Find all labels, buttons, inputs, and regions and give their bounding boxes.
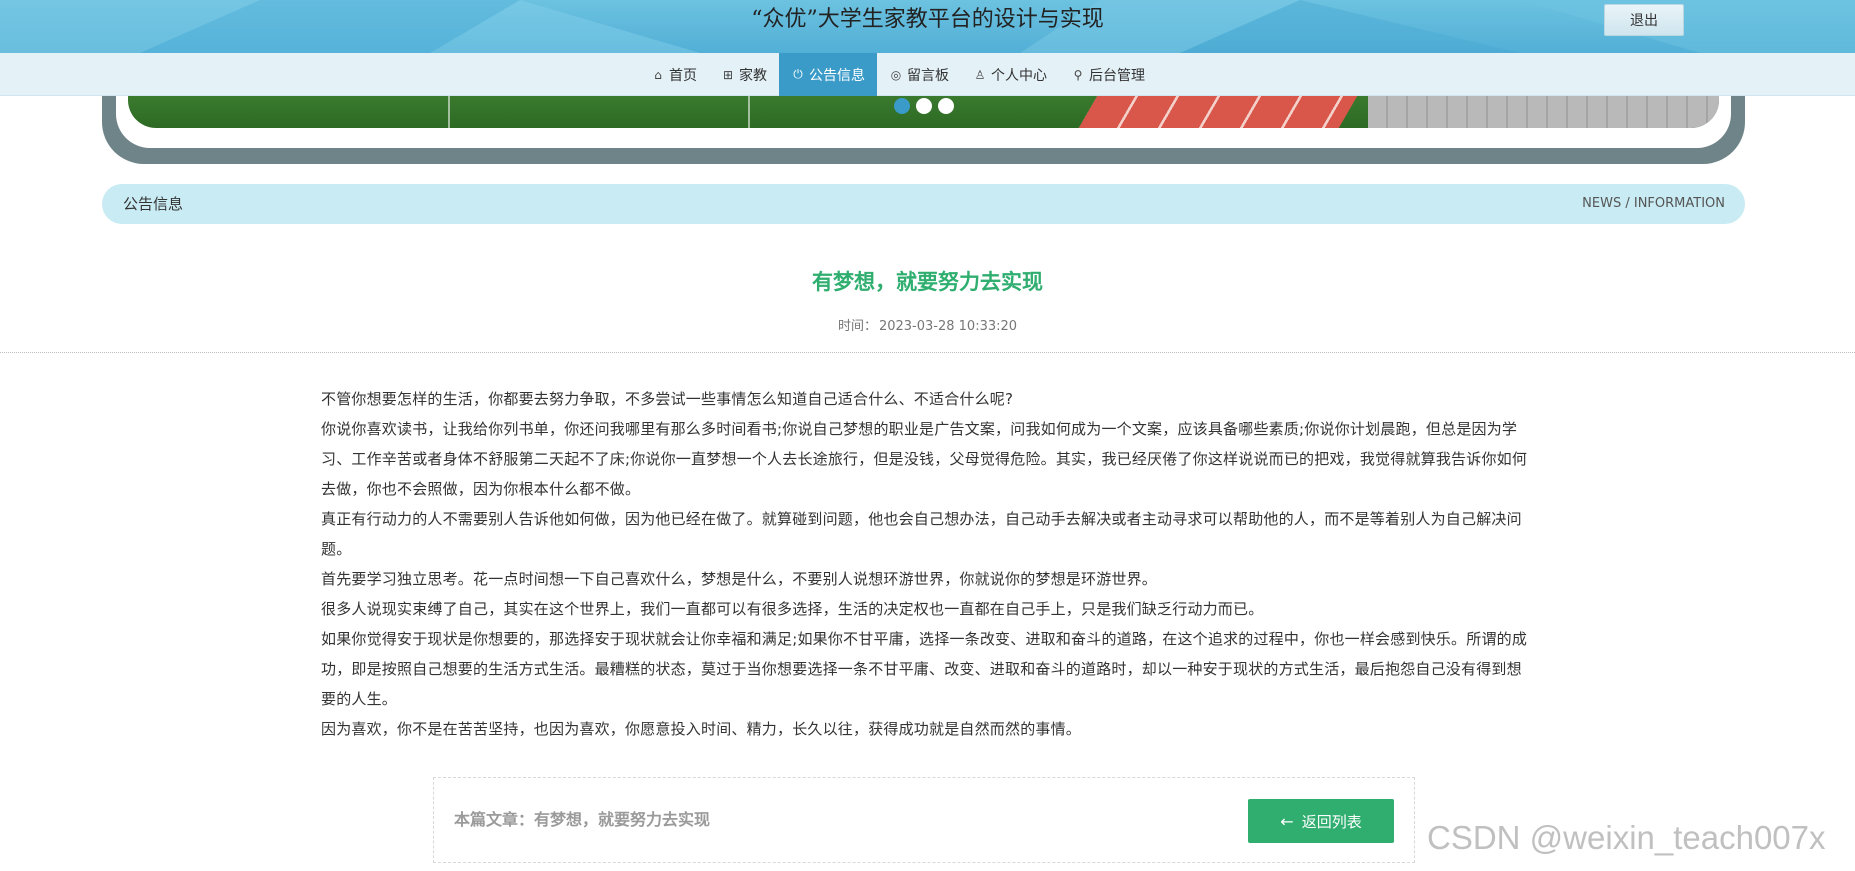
pavement — [1368, 96, 1719, 128]
nav-item-1[interactable]: ⊞ 家教 — [709, 53, 779, 96]
article-paragraph: 如果你觉得安于现状是你想要的，那选择安于现状就会让你幸福和满足;如果你不甘平庸，… — [321, 630, 1528, 708]
carousel-dot[interactable] — [916, 98, 932, 114]
time-value: 2023-03-28 10:33:20 — [878, 319, 1018, 334]
article-paragraph: 不管你想要怎样的生活，你都要去努力争取，不多尝试一些事情怎么知道自己适合什么、不… — [321, 390, 1014, 408]
nav-item-label: 家教 — [739, 67, 767, 84]
arrow-left-icon: ← — [1280, 811, 1294, 831]
back-to-list-label: 返回列表 — [1301, 812, 1362, 831]
nav-item-label: 留言板 — [907, 67, 949, 84]
article-paragraph: 很多人说现实束缚了自己，其实在这个世界上，我们一直都可以有很多选择，生活的决定权… — [321, 600, 1264, 618]
article-body: 不管你想要怎样的生活，你都要去努力争取，不多尝试一些事情怎么知道自己适合什么、不… — [321, 384, 1528, 744]
nav-item-2[interactable]: ⏻ 公告信息 — [779, 53, 877, 96]
gift-icon: ⊞ — [722, 67, 734, 82]
section-subtitle: NEWS / INFORMATION — [1582, 196, 1725, 211]
nav-items: ⌂ 首页 ⊞ 家教 ⏻ 公告信息 ◎ 留言板 ♙ 个人中心 ⚲ 后台管理 — [639, 53, 1157, 96]
link-icon: ⚲ — [1073, 67, 1083, 82]
section-bar: 公告信息 NEWS / INFORMATION — [102, 184, 1745, 224]
nav-item-label: 首页 — [669, 67, 697, 84]
current-article-label: 本篇文章：有梦想，就要努力去实现 — [454, 810, 711, 829]
globe-icon: ◎ — [890, 67, 902, 82]
article-paragraph: 你说你喜欢读书，让我给你列书单，你还问我哪里有那么多时间看书;你说自己梦想的职业… — [321, 420, 1528, 498]
back-to-list-button[interactable]: ← 返回列表 — [1248, 799, 1394, 843]
article-footer: 本篇文章：有梦想，就要努力去实现 ← 返回列表 — [433, 777, 1415, 863]
nav-item-4[interactable]: ♙ 个人中心 — [961, 53, 1059, 96]
nav-item-5[interactable]: ⚲ 后台管理 — [1059, 53, 1157, 96]
logout-button[interactable]: 退出 — [1604, 4, 1684, 36]
article-paragraph: 因为喜欢，你不是在苦苦坚持，也因为喜欢，你愿意投入时间、精力，长久以往，获得成功… — [321, 720, 1082, 738]
watermark: CSDN @weixin_teach007x — [1427, 819, 1826, 856]
track-lines — [1078, 96, 1358, 128]
nav-item-label: 公告信息 — [809, 67, 865, 84]
time-label: 时间： — [837, 319, 877, 334]
carousel-dots — [894, 98, 954, 114]
nav-item-label: 个人中心 — [991, 67, 1047, 84]
carousel-dot[interactable] — [938, 98, 954, 114]
site-title: “众优”大学生家教平台的设计与实现 — [751, 7, 1104, 32]
field-line — [748, 96, 750, 128]
power-icon: ⏻ — [793, 67, 803, 81]
article-paragraph: 真正有行动力的人不需要别人告诉他如何做，因为他已经在做了。就算碰到问题，他也会自… — [321, 510, 1522, 558]
nav-item-3[interactable]: ◎ 留言板 — [877, 53, 961, 96]
nav-item-0[interactable]: ⌂ 首页 — [639, 53, 709, 96]
carousel-dot[interactable] — [894, 98, 910, 114]
site-header: “众优”大学生家教平台的设计与实现 退出 — [0, 0, 1855, 53]
home-icon: ⌂ — [654, 67, 662, 82]
article-time: 时间： 2023-03-28 10:33:20 — [0, 315, 1855, 334]
article-title: 有梦想，就要努力去实现 — [812, 270, 1043, 294]
divider — [0, 352, 1855, 353]
nav-item-label: 后台管理 — [1089, 67, 1145, 84]
section-title: 公告信息 — [123, 195, 184, 213]
user-icon: ♙ — [974, 67, 986, 82]
main-nav: ⌂ 首页 ⊞ 家教 ⏻ 公告信息 ◎ 留言板 ♙ 个人中心 ⚲ 后台管理 — [0, 53, 1855, 96]
article-paragraph: 首先要学习独立思考。花一点时间想一下自己喜欢什么，梦想是什么，不要别人说想环游世… — [321, 570, 1158, 588]
field-line — [448, 96, 450, 128]
